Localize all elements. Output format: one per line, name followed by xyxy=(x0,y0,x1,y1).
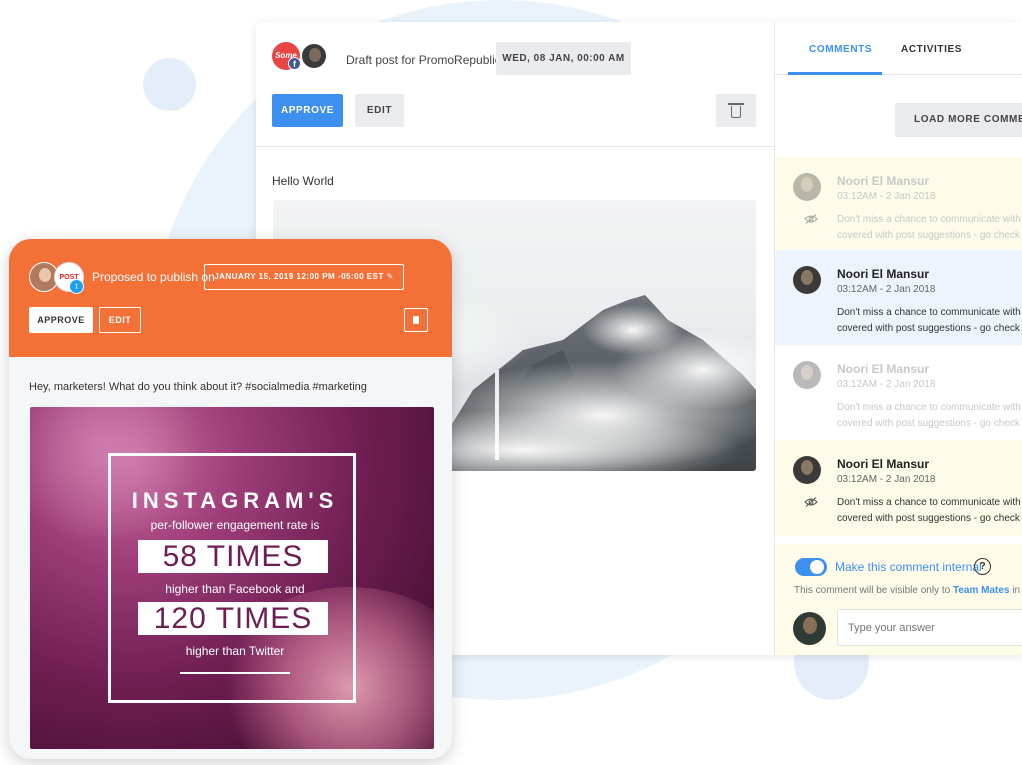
internal-comment-label: Make this comment internal xyxy=(835,560,982,574)
comment-text: Don't miss a chance to communicate with … xyxy=(837,497,1022,524)
approve-button[interactable]: APPROVE xyxy=(29,307,93,333)
delete-button[interactable] xyxy=(716,94,756,127)
infographic-frame: INSTAGRAM'S per-follower engagement rate… xyxy=(108,453,356,703)
tab-activities[interactable]: ACTIVITIES xyxy=(901,44,962,55)
schedule-date-button[interactable]: WED, 08 JAN, 00:00 AM xyxy=(496,42,631,75)
load-more-comments-button[interactable]: LOAD MORE COMMENTS xyxy=(895,103,1022,137)
infographic-title: INSTAGRAM'S xyxy=(131,488,339,513)
commenter-avatar xyxy=(793,266,821,294)
draft-label: Draft post for PromoRepublic on xyxy=(346,53,518,67)
current-user-avatar xyxy=(793,612,826,645)
commenter-avatar xyxy=(793,361,821,389)
post-image: INSTAGRAM'S per-follower engagement rate… xyxy=(30,407,434,749)
comment-time: 03:12AM - 2 Jan 2018 xyxy=(837,379,936,390)
trash-icon[interactable] xyxy=(404,308,428,332)
proposed-label: Proposed to publish on xyxy=(92,270,215,284)
eye-slash-icon xyxy=(804,497,818,507)
commenter-avatar xyxy=(793,173,821,201)
comment-item[interactable]: Noori El Mansur 03:12AM - 2 Jan 2018 Don… xyxy=(775,440,1022,536)
edit-button[interactable]: EDIT xyxy=(99,307,141,333)
active-tab-indicator xyxy=(788,72,882,75)
comment-time: 03:12AM - 2 Jan 2018 xyxy=(837,474,936,485)
proposed-post-card: POST t Proposed to publish on JANUARY 15… xyxy=(9,239,452,759)
comment-item[interactable]: Noori El Mansur 03:12AM - 2 Jan 2018 Don… xyxy=(775,157,1022,253)
answer-input[interactable] xyxy=(837,609,1022,646)
infographic-subtitle: higher than Facebook and xyxy=(165,582,305,596)
comment-text: Don't miss a chance to communicate with … xyxy=(837,307,1022,334)
stat-box: 120 TIMES xyxy=(138,602,328,635)
comment-item[interactable]: Noori El Mansur 03:12AM - 2 Jan 2018 Don… xyxy=(775,345,1022,441)
visibility-note: This comment will be visible only to Tea… xyxy=(794,585,1022,596)
stat-box: 58 TIMES xyxy=(138,540,328,573)
comment-time: 03:12AM - 2 Jan 2018 xyxy=(837,284,936,295)
comment-item[interactable]: Noori El Mansur 03:12AM - 2 Jan 2018 Don… xyxy=(775,250,1022,346)
account-avatars: Some So f xyxy=(272,42,332,88)
pencil-icon: ✎ xyxy=(386,272,394,281)
commenter-name: Noori El Mansur xyxy=(837,457,930,471)
eye-slash-icon xyxy=(804,214,818,224)
infographic-subtitle: higher than Twitter xyxy=(185,644,285,658)
commenter-name: Noori El Mansur xyxy=(837,174,930,188)
publish-date-button[interactable]: JANUARY 15, 2019 12:00 PM -05:00 EST ✎ xyxy=(204,264,404,290)
commenter-name: Noori El Mansur xyxy=(837,267,930,281)
infographic-subtitle: per-follower engagement rate is xyxy=(150,518,320,532)
comments-tabs: COMMENTS ACTIVITIES xyxy=(775,22,1022,75)
divider xyxy=(180,672,290,674)
approve-button[interactable]: APPROVE xyxy=(272,94,343,127)
team-mates-link[interactable]: Team Mates xyxy=(953,585,1010,596)
tab-comments[interactable]: COMMENTS xyxy=(809,44,872,55)
help-icon[interactable]: ? xyxy=(974,558,991,575)
post-text: Hello World xyxy=(272,174,334,188)
internal-comment-toggle[interactable] xyxy=(795,558,827,576)
comment-time: 03:12AM - 2 Jan 2018 xyxy=(837,191,936,202)
commenter-avatar xyxy=(793,456,821,484)
user-avatar xyxy=(300,42,328,70)
comment-text: Don't miss a chance to communicate with … xyxy=(837,214,1022,241)
facebook-icon: f xyxy=(288,57,301,70)
comment-text: Don't miss a chance to communicate with … xyxy=(837,402,1022,429)
post-text: Hey, marketers! What do you think about … xyxy=(29,381,367,393)
trash-icon xyxy=(728,102,744,118)
twitter-icon: t xyxy=(69,279,84,294)
proposed-post-header: POST t Proposed to publish on JANUARY 15… xyxy=(9,239,452,357)
comments-panel: COMMENTS ACTIVITIES LOAD MORE COMMENTS N… xyxy=(775,22,1022,655)
commenter-name: Noori El Mansur xyxy=(837,362,930,376)
edit-button[interactable]: EDIT xyxy=(355,94,404,127)
post-header: Some So f Draft post for PromoRepublic o… xyxy=(256,22,775,147)
background-dot xyxy=(143,58,196,111)
